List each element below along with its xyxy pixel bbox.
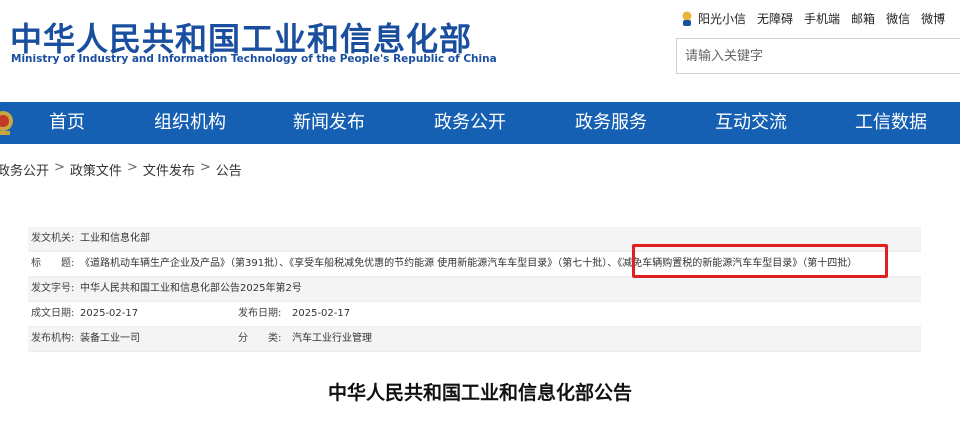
link-weibo[interactable]: 微博 — [921, 10, 945, 27]
breadcrumb-separator: > — [199, 160, 211, 175]
link-wechat[interactable]: 微信 — [886, 10, 910, 27]
written-date-label: 成文日期: — [31, 308, 75, 319]
breadcrumb-separator: > — [54, 160, 65, 175]
top-links: 阳光小信 无障碍 手机端 邮箱 微信 微博 — [680, 10, 956, 27]
title-label: 标 题: — [31, 258, 75, 269]
org-value: 装备工业一司 — [80, 333, 140, 344]
search-input[interactable] — [677, 39, 960, 73]
info-row-dates: 成文日期: 2025-02-17 发布日期: 2025-02-17 — [28, 302, 921, 327]
emblem-icon — [0, 111, 13, 135]
link-accessibility[interactable]: 无障碍 — [757, 10, 793, 27]
breadcrumb-gov-affairs[interactable]: 政务公开 — [0, 160, 49, 179]
written-date-value: 2025-02-17 — [80, 308, 139, 319]
breadcrumb-separator: > — [126, 160, 138, 175]
category-value: 汽车工业行业管理 — [292, 333, 372, 344]
publish-date-label: 发布日期: — [238, 308, 282, 319]
main-nav: 首页 组织机构 新闻发布 政务公开 政务服务 互动交流 工信数据 — [0, 102, 960, 144]
search-box — [676, 38, 960, 74]
document-title: 中华人民共和国工业和信息化部公告 — [327, 382, 632, 404]
doc-no-value: 中华人民共和国工业和信息化部公告2025年第2号 — [80, 283, 302, 294]
link-sunshine[interactable]: 阳光小信 — [698, 10, 746, 27]
breadcrumb-announcement: 公告 — [215, 164, 242, 179]
nav-gov-services[interactable]: 政务服务 — [575, 102, 647, 144]
issuer-value: 工业和信息化部 — [80, 233, 150, 244]
info-row-org: 发布机构: 装备工业一司 分 类: 汽车工业行业管理 — [28, 327, 921, 352]
breadcrumb: 政务公开 > 政策文件 > 文件发布 > 公告 — [0, 160, 242, 179]
doc-no-label: 发文字号: — [31, 283, 75, 294]
publish-date-value: 2025-02-17 — [292, 308, 351, 319]
category-label: 分 类: — [238, 333, 282, 344]
org-label: 发布机构: — [31, 333, 75, 344]
breadcrumb-policy[interactable]: 政策文件 — [70, 160, 122, 179]
nav-news[interactable]: 新闻发布 — [293, 102, 365, 144]
info-row-doc-no: 发文字号: 中华人民共和国工业和信息化部公告2025年第2号 — [28, 277, 921, 302]
highlight-box — [632, 244, 888, 278]
nav-data[interactable]: 工信数据 — [855, 102, 927, 144]
nav-home[interactable]: 首页 — [49, 102, 85, 144]
nav-organization[interactable]: 组织机构 — [154, 102, 226, 144]
nav-gov-affairs[interactable]: 政务公开 — [434, 102, 506, 144]
link-mobile[interactable]: 手机端 — [804, 10, 840, 27]
nav-interaction[interactable]: 互动交流 — [715, 102, 787, 144]
site-subtitle: Ministry of Industry and Information Tec… — [11, 53, 497, 65]
link-mail[interactable]: 邮箱 — [851, 10, 875, 27]
issuer-label: 发文机关: — [31, 233, 75, 244]
breadcrumb-file-release[interactable]: 文件发布 — [143, 160, 195, 179]
sunshine-icon — [682, 11, 692, 26]
